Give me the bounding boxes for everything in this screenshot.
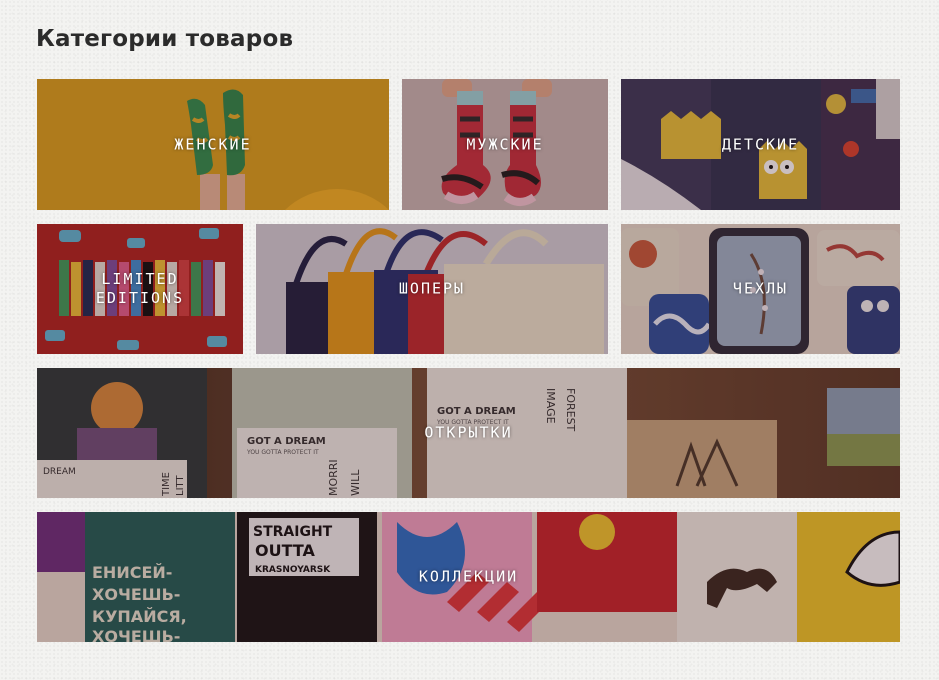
category-label-women: ЖЕНСКИЕ xyxy=(174,135,252,153)
category-label-kids: ДЕТСКИЕ xyxy=(721,135,800,153)
category-label-bags: ШОПЕРЫ xyxy=(398,279,466,298)
category-tile-postcards[interactable]: DREAM LITT TIME GOT A DREAM YOU GOTTA PR… xyxy=(37,368,900,498)
category-tile-cases[interactable]: ЧЕХЛЫ xyxy=(621,224,900,354)
category-label-postcards: ОТКРЫТКИ xyxy=(424,423,513,442)
category-tile-bags[interactable]: ШОПЕРЫ xyxy=(256,224,608,354)
category-tile-men[interactable]: МУЖСКИЕ xyxy=(402,79,608,210)
category-label-men: МУЖСКИЕ xyxy=(466,135,544,153)
category-label-cases: ЧЕХЛЫ xyxy=(732,279,789,298)
category-label-collections: КОЛЛЕКЦИИ xyxy=(418,567,519,586)
category-tile-collections[interactable]: ЕНИСЕЙ- ХОЧЕШЬ- КУПАЙСЯ, ХОЧЕШЬ- STRAIGH… xyxy=(37,512,900,642)
page-title: Категории товаров xyxy=(36,26,294,52)
category-tile-limited-editions[interactable]: LIMITED EDITIONS xyxy=(37,224,243,354)
category-label-limited-editions: LIMITED EDITIONS xyxy=(95,270,185,307)
category-tile-kids[interactable]: ДЕТСКИЕ xyxy=(621,79,900,210)
category-tile-women[interactable]: ЖЕНСКИЕ xyxy=(37,79,389,210)
